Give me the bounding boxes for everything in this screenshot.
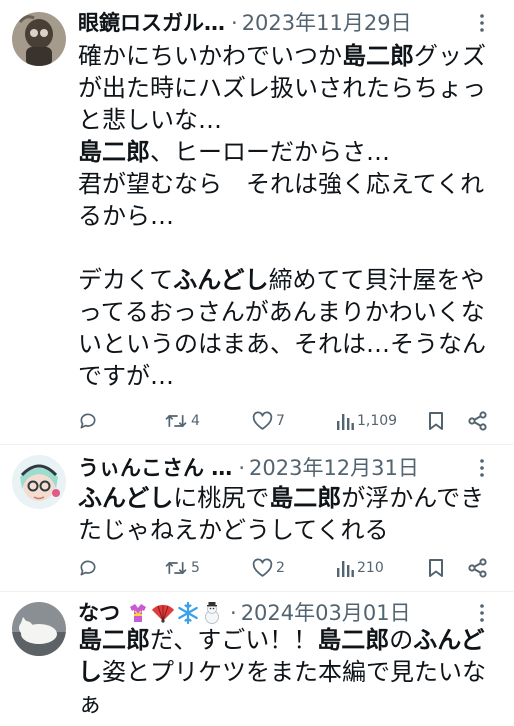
like-button[interactable]: 7 <box>252 408 285 434</box>
repost-count: 5 <box>191 560 200 576</box>
timeline-feed: 眼鏡ロスガル… · 2023年11月29日 確かにちいかわでいつか島二郎グッズ … <box>0 0 514 726</box>
post-text-segment: だ、すごい！！ <box>150 626 318 654</box>
post-header: うぃんこさん … · 2023年12月31日 <box>78 453 470 483</box>
like-button[interactable]: 2 <box>252 555 285 581</box>
fan-emoji <box>152 604 174 623</box>
action-bar: 4 7 1,109 <box>78 408 496 434</box>
post-1[interactable]: 眼鏡ロスガル… · 2023年11月29日 確かにちいかわでいつか島二郎グッズ … <box>0 0 514 442</box>
dot-separator: · <box>231 11 238 35</box>
post-2[interactable]: うぃんこさん … · 2023年12月31日 ふんどしに桃尻で島二郎が浮かんでき… <box>0 445 514 590</box>
views-icon <box>337 414 354 430</box>
share-icon <box>468 411 487 431</box>
highlight-term: 島二郎 <box>78 138 150 166</box>
more-icon[interactable] <box>472 8 492 38</box>
snowflake-emoji <box>178 601 198 625</box>
repost-button[interactable]: 4 <box>164 408 200 434</box>
views-button[interactable]: 210 <box>336 555 384 581</box>
bookmark-button[interactable] <box>428 555 444 581</box>
bookmark-icon <box>429 412 443 430</box>
repost-icon <box>165 414 187 428</box>
post-text-segment: に桃尻で <box>173 484 270 512</box>
highlight-term: 島二郎 <box>317 626 390 654</box>
highlight-term: 島二郎 <box>78 626 150 654</box>
post-text-segment: 姿とプリケツをまた本編で見たいな ぁ <box>78 658 486 718</box>
highlight-term: 島二郎 <box>269 484 342 512</box>
reply-icon <box>80 413 96 429</box>
share-icon <box>468 558 487 578</box>
dot-separator: · <box>238 456 245 480</box>
post-date[interactable]: 2023年11月29日 <box>242 8 412 38</box>
highlight-term: ふんどし <box>78 484 174 512</box>
action-bar: 5 2 210 <box>78 555 496 581</box>
post-text: ふんどしに桃尻で島二郎が浮かんでき たじゃねえかどうしてくれる <box>78 482 498 546</box>
views-count: 210 <box>357 560 384 576</box>
repost-button[interactable]: 5 <box>164 555 200 581</box>
avatar[interactable] <box>12 12 66 66</box>
like-count: 2 <box>276 560 285 576</box>
heart-icon <box>252 558 273 577</box>
reply-icon <box>80 560 96 576</box>
display-name[interactable]: うぃんこさん … <box>78 453 232 483</box>
views-count: 1,109 <box>357 413 398 429</box>
post-3[interactable]: なつ · 2024年03月01日 島二郎だ、すごい！！島二郎のふんど し姿とプリ… <box>0 592 514 726</box>
post-text-segment: の <box>389 626 414 654</box>
post-date[interactable]: 2023年12月31日 <box>249 453 419 483</box>
avatar[interactable] <box>12 455 66 509</box>
post-text: 確かにちいかわでいつか島二郎グッズ が出た時にハズレ扱いされたらちょっ と悲しい… <box>78 40 498 392</box>
post-text: 島二郎だ、すごい！！島二郎のふんど し姿とプリケツをまた本編で見たいな ぁ <box>78 624 498 720</box>
bookmark-icon <box>429 559 443 577</box>
name-emojis <box>126 601 224 625</box>
kimono-emoji <box>130 604 146 622</box>
repost-count: 4 <box>191 413 200 429</box>
highlight-term: 島二郎 <box>342 42 414 70</box>
avatar[interactable] <box>12 602 66 656</box>
like-count: 7 <box>276 413 285 429</box>
repost-icon <box>165 561 187 575</box>
heart-icon <box>252 411 273 430</box>
views-icon <box>337 561 354 577</box>
bookmark-button[interactable] <box>428 408 444 434</box>
share-button[interactable] <box>468 408 488 434</box>
reply-button[interactable] <box>78 555 101 581</box>
reply-button[interactable] <box>78 408 101 434</box>
post-text-segment: 確かにちいかわでいつか <box>78 42 342 70</box>
post-header: 眼鏡ロスガル… · 2023年11月29日 <box>78 8 470 38</box>
share-button[interactable] <box>468 555 488 581</box>
display-name[interactable]: 眼鏡ロスガル… <box>78 8 225 38</box>
views-button[interactable]: 1,109 <box>336 408 397 434</box>
snowman-emoji <box>205 602 219 624</box>
highlight-term: ふんどし <box>173 266 269 294</box>
more-icon[interactable] <box>472 453 492 483</box>
